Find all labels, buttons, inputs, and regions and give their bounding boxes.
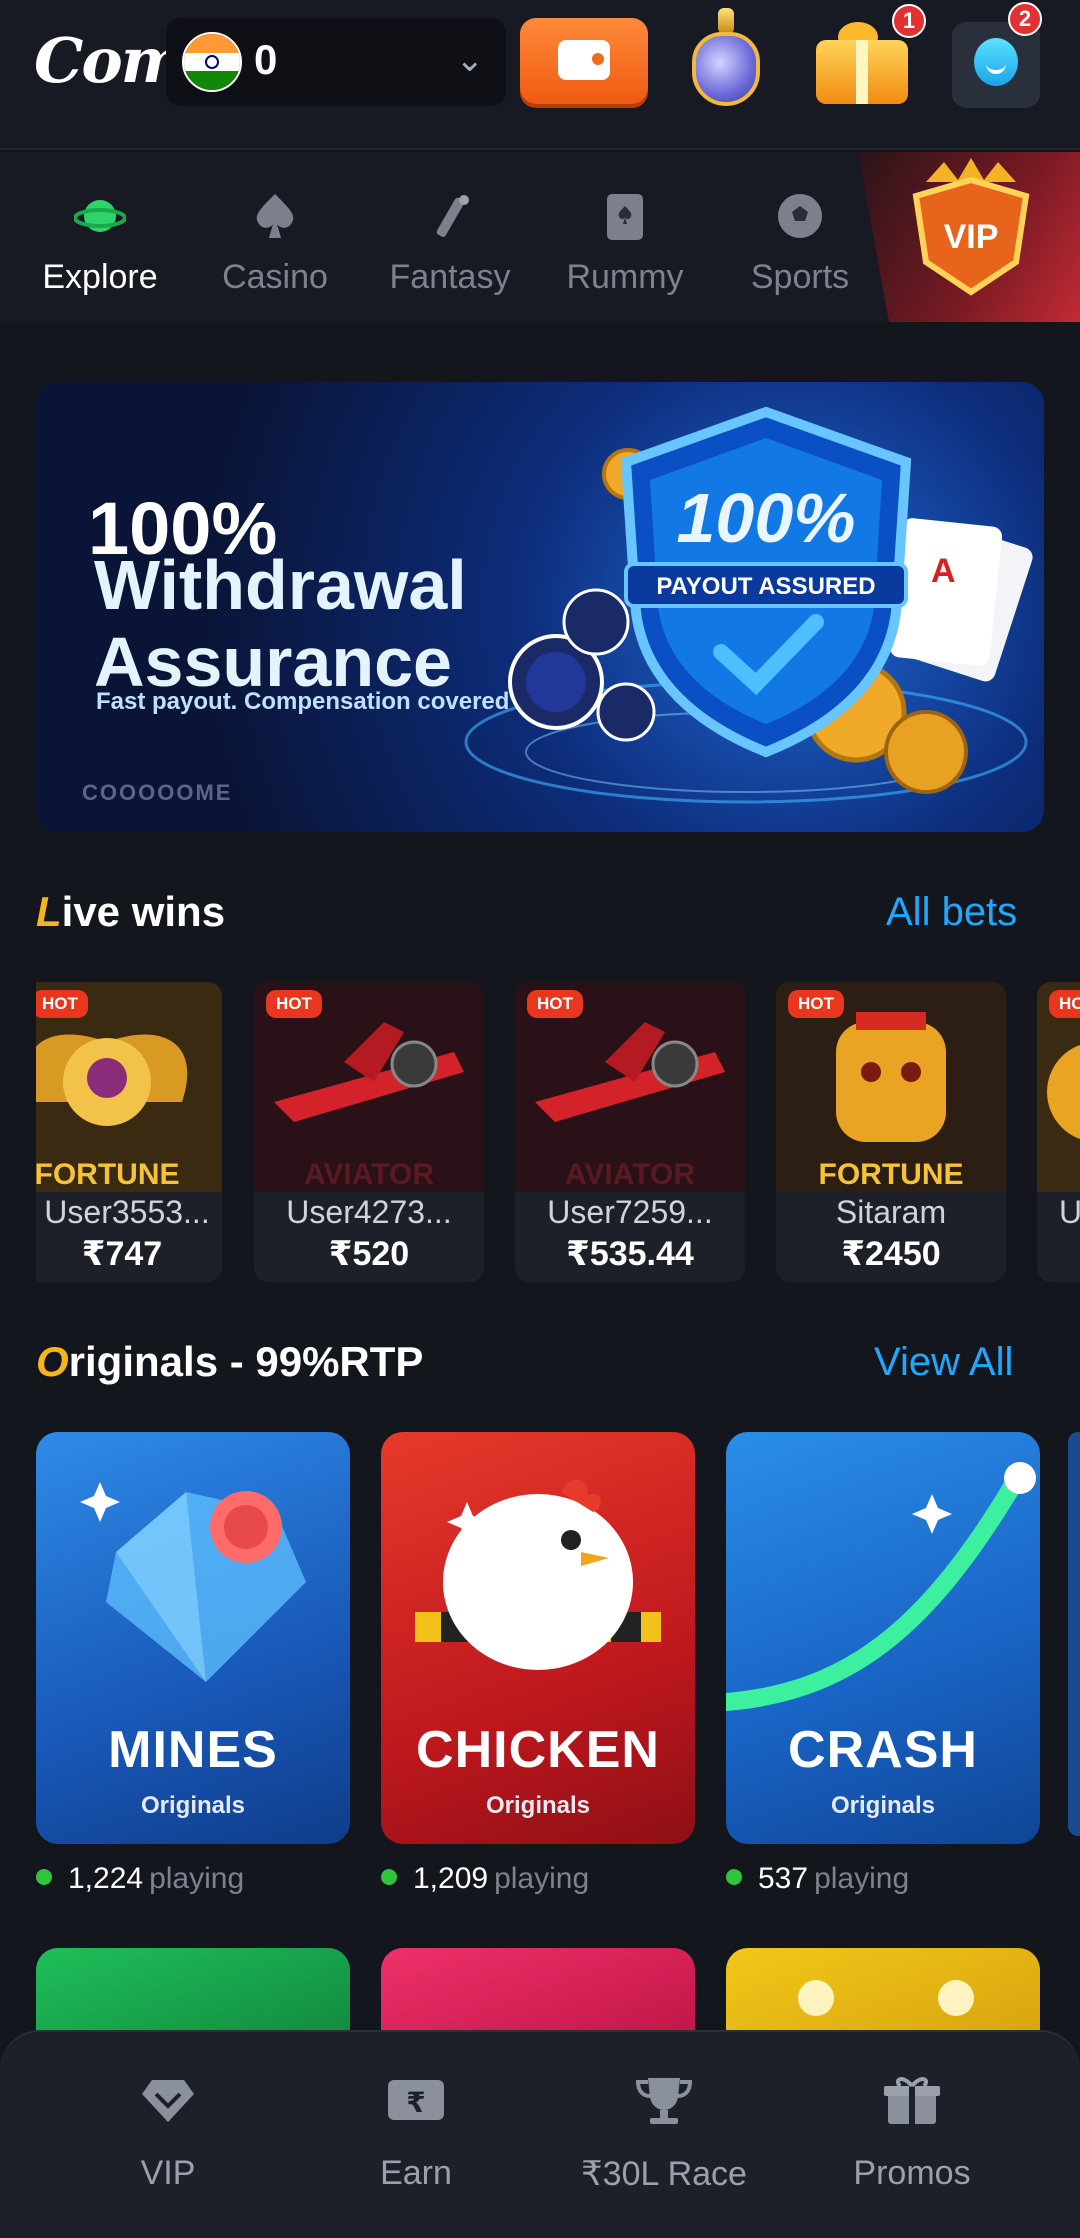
live-wins-carousel[interactable]: FORTUNE HOT User3553... ₹747 AVIATOR HOT… bbox=[36, 982, 1080, 1282]
win-card[interactable]: AVIATOR HOT User4273... ₹520 bbox=[254, 982, 484, 1282]
app-root: Come 0 ⌄ 1 2 Explore Casino Fantasy Rumm… bbox=[0, 0, 1080, 2238]
online-dot-icon bbox=[726, 1869, 742, 1886]
diamond-icon bbox=[142, 2080, 194, 2122]
game-subtitle: Originals bbox=[140, 1792, 246, 1819]
diamond-icon bbox=[80, 1482, 306, 1682]
banner-subtitle: Fast payout. Compensation covered bbox=[96, 688, 510, 715]
svg-text:PAYOUT ASSURED: PAYOUT ASSURED bbox=[656, 573, 875, 600]
hot-tag: HOT bbox=[266, 990, 322, 1018]
players-count: 537 playing bbox=[726, 1862, 909, 1896]
payout-shield-icon: 100% PAYOUT ASSURED bbox=[620, 406, 912, 758]
live-wins-heading: Live wins bbox=[36, 888, 226, 935]
svg-text:₹: ₹ bbox=[406, 2086, 425, 2119]
football-icon bbox=[778, 194, 822, 238]
nav-vip[interactable]: VIP bbox=[43, 2032, 293, 2238]
nav-race[interactable]: ₹30L Race bbox=[539, 2032, 789, 2238]
trophy-icon bbox=[635, 2078, 693, 2124]
game-card[interactable] bbox=[726, 1948, 1040, 2038]
svg-text:AVIATOR: AVIATOR bbox=[304, 1158, 434, 1191]
win-card[interactable]: FORTUNE HOT User3553... ₹747 bbox=[36, 982, 222, 1282]
winner-name: User7259... bbox=[547, 1194, 713, 1230]
win-amount: ₹747 bbox=[81, 1235, 163, 1273]
category-tabs: Explore Casino Fantasy Rummy Sports VIP bbox=[0, 152, 1080, 322]
game-card[interactable] bbox=[381, 1948, 695, 2038]
game-card[interactable] bbox=[36, 1948, 350, 2038]
originals-heading: Originals - 99%RTP bbox=[36, 1338, 424, 1385]
spade-icon bbox=[256, 194, 294, 238]
online-dot-icon bbox=[381, 1869, 397, 1886]
svg-text:100%: 100% bbox=[676, 479, 855, 557]
treasure-chest-button[interactable]: 1 bbox=[812, 4, 926, 108]
vip-label: VIP bbox=[944, 218, 999, 256]
svg-text:FORTUNE: FORTUNE bbox=[36, 1158, 180, 1191]
bottom-navigation: VIP ₹ Earn ₹30L Race Promos bbox=[0, 2030, 1080, 2238]
cricket-bat-icon bbox=[436, 195, 469, 237]
banner-headline-2: Withdrawal bbox=[94, 546, 467, 624]
win-card[interactable]: AVIATOR HOT User7259... ₹535.44 bbox=[515, 982, 745, 1282]
promo-banner[interactable]: A 100% PAYOUT ASSURED 100% Withdrawal As… bbox=[36, 382, 1044, 832]
hot-tag: HOT bbox=[788, 990, 844, 1018]
gift-icon bbox=[884, 2077, 940, 2124]
hot-tag: HOT bbox=[36, 990, 88, 1018]
players-count: 1,209 playing bbox=[381, 1862, 589, 1896]
planet-icon bbox=[74, 200, 126, 232]
banner-carousel-indicator[interactable]: COOOOOME bbox=[82, 780, 232, 806]
vip-crest-icon: VIP bbox=[912, 158, 1030, 296]
tab-rummy[interactable]: Rummy bbox=[537, 152, 713, 322]
game-title: CRASH bbox=[788, 1721, 978, 1779]
notification-badge: 1 bbox=[892, 4, 926, 38]
game-subtitle: Originals bbox=[830, 1792, 936, 1819]
online-dot-icon bbox=[36, 1869, 52, 1886]
tab-sports[interactable]: Sports bbox=[712, 152, 888, 322]
game-subtitle: Originals bbox=[485, 1792, 591, 1819]
svg-text:AVIATOR: AVIATOR bbox=[565, 1158, 695, 1191]
svg-text:A: A bbox=[931, 552, 956, 590]
balance-amount: 0 bbox=[254, 36, 278, 83]
customer-support-button[interactable]: 2 bbox=[952, 2, 1042, 108]
win-amount: ₹520 bbox=[328, 1235, 410, 1273]
view-all-link[interactable]: View All bbox=[874, 1340, 1013, 1385]
hot-tag: HOT bbox=[527, 990, 583, 1018]
game-card-chicken[interactable]: CHICKEN Originals bbox=[381, 1432, 695, 1844]
chevron-down-icon[interactable]: ⌄ bbox=[456, 40, 485, 80]
notification-badge: 2 bbox=[1008, 2, 1042, 36]
card-icon bbox=[607, 194, 643, 240]
winner-name: User3553... bbox=[44, 1194, 210, 1230]
game-title: CHICKEN bbox=[416, 1721, 660, 1779]
game-card-crash[interactable]: CRASH Originals bbox=[726, 1432, 1040, 1844]
game-card-partial[interactable] bbox=[1068, 1432, 1080, 1836]
game-title: MINES bbox=[108, 1721, 278, 1779]
win-amount: ₹535.44 bbox=[566, 1235, 694, 1273]
wallet-button[interactable] bbox=[520, 18, 648, 104]
tab-fantasy[interactable]: Fantasy bbox=[362, 152, 538, 322]
players-count: 1,224 playing bbox=[36, 1862, 244, 1896]
lucky-pot-icon[interactable] bbox=[684, 8, 768, 106]
svg-text:FORTUNE: FORTUNE bbox=[819, 1158, 964, 1191]
nav-promos[interactable]: Promos bbox=[787, 2032, 1037, 2238]
hot-tag: HO bbox=[1049, 990, 1080, 1018]
winner-name: User4273... bbox=[286, 1194, 452, 1230]
all-bets-link[interactable]: All bets bbox=[886, 890, 1017, 935]
win-card[interactable]: HO U bbox=[1037, 982, 1080, 1282]
wallet-icon bbox=[558, 40, 610, 80]
win-amount: ₹2450 bbox=[841, 1235, 941, 1273]
win-card[interactable]: FORTUNE HOT Sitaram ₹2450 bbox=[776, 982, 1006, 1282]
tab-explore[interactable]: Explore bbox=[12, 152, 188, 322]
winner-name: U bbox=[1059, 1194, 1080, 1230]
winner-name: Sitaram bbox=[835, 1194, 947, 1230]
nav-earn[interactable]: ₹ Earn bbox=[291, 2032, 541, 2238]
india-flag-icon bbox=[182, 32, 242, 92]
crash-curve-icon bbox=[726, 1462, 1036, 1711]
top-header: Come 0 ⌄ 1 2 bbox=[0, 0, 1080, 150]
tab-casino[interactable]: Casino bbox=[187, 152, 363, 322]
balance-selector[interactable]: 0 ⌄ bbox=[166, 18, 506, 106]
rupee-card-icon: ₹ bbox=[388, 2080, 444, 2120]
headset-icon bbox=[974, 38, 1018, 86]
chicken-icon bbox=[415, 1479, 661, 1670]
game-card-mines[interactable]: MINES Originals bbox=[36, 1432, 350, 1844]
